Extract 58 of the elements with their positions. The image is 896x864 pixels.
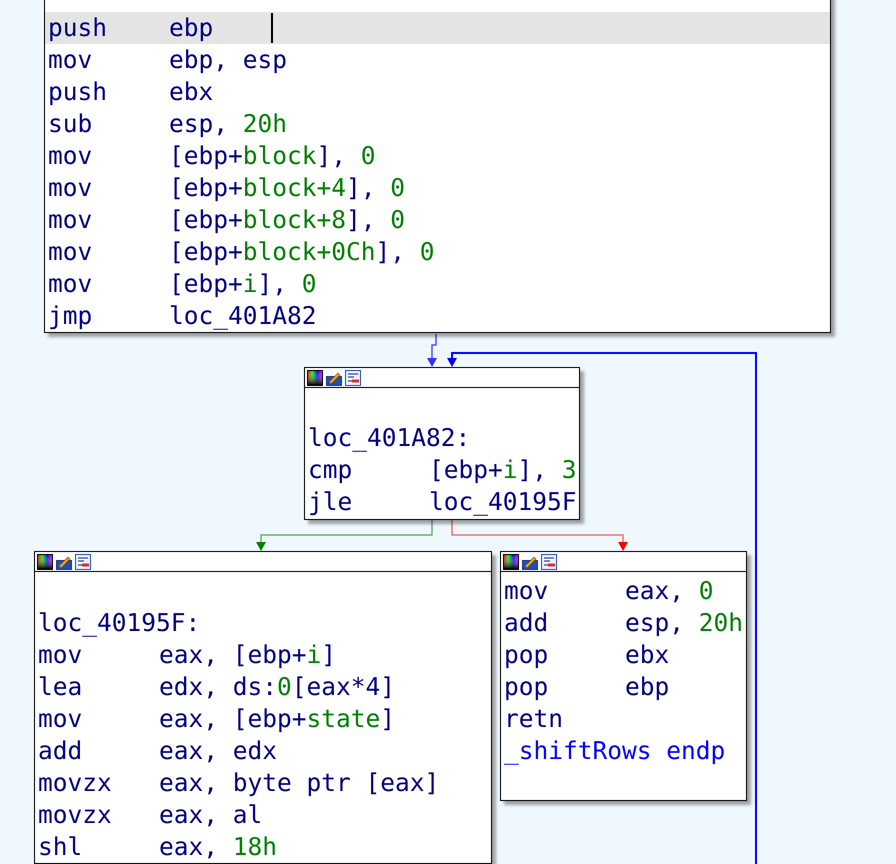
mnemonic: movzx [38, 799, 113, 831]
mnemonic: push [48, 12, 108, 44]
color-palette-icon[interactable] [503, 554, 519, 570]
mnemonic: pop [504, 639, 550, 671]
graph-view-icon[interactable] [75, 554, 91, 570]
proc-end: _shiftRows endp [504, 736, 726, 765]
mnemonic: shl [38, 831, 84, 863]
operand: [ebp+block+4], 0 [169, 172, 406, 204]
color-palette-icon[interactable] [307, 370, 323, 386]
mnemonic: mov [48, 268, 94, 300]
operand: ebp [625, 671, 670, 703]
operand: eax, 18h [159, 831, 278, 863]
flow-arrow [427, 334, 437, 367]
operand: eax, [ebp+i] [159, 639, 336, 671]
operand: [ebp+i], 3 [429, 454, 577, 486]
operand: eax, byte ptr [eax] [159, 767, 440, 799]
operand: ebp [169, 12, 214, 44]
mnemonic: pop [504, 671, 550, 703]
operand: eax, [ebp+state] [159, 703, 396, 735]
operand: loc_40195F [429, 486, 577, 518]
text-cursor [271, 13, 274, 43]
mnemonic: retn [504, 703, 564, 735]
mnemonic: mov [48, 172, 94, 204]
operand: [ebp+block+8], 0 [169, 204, 406, 236]
operand: loc_401A82 [169, 300, 317, 332]
operand: [ebp+block+0Ch], 0 [169, 236, 435, 268]
operand: [ebp+block], 0 [169, 140, 376, 172]
operand: esp, 20h [169, 108, 288, 140]
mnemonic: jle [308, 486, 354, 518]
mnemonic: mov [504, 575, 550, 607]
graph-view-icon[interactable] [541, 554, 557, 570]
operand: eax, 0 [625, 575, 714, 607]
mnemonic: movzx [38, 767, 113, 799]
operand: esp, 20h [625, 607, 744, 639]
code-label: loc_401A82: [308, 423, 470, 452]
mnemonic: mov [48, 44, 94, 76]
mnemonic: push [48, 76, 108, 108]
operand: eax, edx [159, 735, 278, 767]
code-label: loc_40195F: [38, 608, 200, 637]
mnemonic: cmp [308, 454, 354, 486]
operand: edx, ds:0[eax*4] [159, 671, 396, 703]
mnemonic: add [38, 735, 84, 767]
mnemonic: mov [48, 140, 94, 172]
mnemonic: mov [38, 703, 84, 735]
operand: ebx [169, 76, 214, 108]
operand: [ebp+i], 0 [169, 268, 317, 300]
mnemonic: sub [48, 108, 94, 140]
mnemonic: mov [48, 204, 94, 236]
mnemonic: lea [38, 671, 84, 703]
operand: ebx [625, 639, 670, 671]
operand: ebp, esp [169, 44, 288, 76]
mnemonic: add [504, 607, 550, 639]
mnemonic: mov [48, 236, 94, 268]
color-palette-icon[interactable] [37, 554, 53, 570]
operand: eax, al [159, 799, 262, 831]
mnemonic: mov [38, 639, 84, 671]
graph-view-icon[interactable] [345, 370, 361, 386]
mnemonic: jmp [48, 300, 94, 332]
